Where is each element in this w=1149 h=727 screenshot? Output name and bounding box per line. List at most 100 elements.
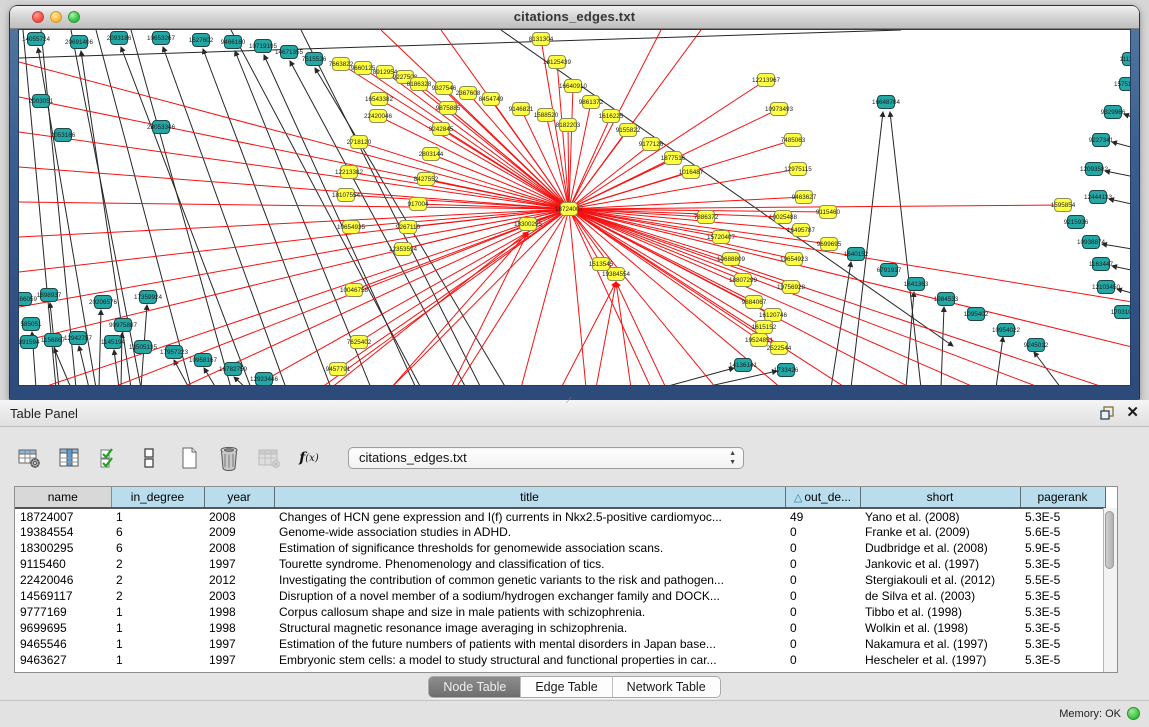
table-selector-value: citations_edges.txt [359,450,467,465]
table-row[interactable]: 969969511998Structural magnetic resonanc… [15,620,1105,636]
delete-column-icon[interactable] [216,445,242,471]
graph-node-label: 2803144 [419,151,444,158]
table-row[interactable]: 1830029562008Estimation of significance … [15,540,1105,556]
table-header-row[interactable]: namein_degreeyeartitle△out_de...shortpag… [15,487,1105,508]
table-row[interactable]: 1938455462009Genome-wide association stu… [15,524,1105,540]
cell-name: 18724007 [15,508,111,524]
graph-node[interactable]: 391594 [19,336,40,349]
graph-node-label: 1841363 [904,281,929,288]
graph-node-label: 9267110 [396,224,421,231]
graph-node[interactable]: 585051 [20,318,42,331]
scrollbar-thumb[interactable] [1105,511,1114,569]
graph-node-label: 12213967 [752,77,781,84]
graph-node-label: 1733426 [774,367,799,374]
cell-short: Jankovic et al. (1997) [860,556,1020,572]
column-header-name[interactable]: name [15,487,111,508]
tab-network-table[interactable]: Network Table [613,677,720,697]
create-column-icon[interactable] [176,445,202,471]
graph-node-label: 16543382 [365,96,394,103]
column-header-short[interactable]: short [860,487,1020,508]
graph-node-label: 10973493 [765,106,794,113]
column-header-year[interactable]: year [204,487,274,508]
tab-node-table[interactable]: Node Table [429,677,521,697]
graph-node-label: 17957223 [160,349,189,356]
graph-node-label: 10954022 [992,327,1021,334]
graph-node-label: 1877516 [661,155,686,162]
table-row[interactable]: 911546021997Tourette syndrome. Phenomeno… [15,556,1105,572]
cell-pagerank: 5.6E-5 [1020,524,1105,540]
cell-short: Stergiakouli et al. (2012) [860,572,1020,588]
table-row[interactable]: 977716911998Corpus callosum shape and si… [15,604,1105,620]
cell-in_degree: 1 [111,604,204,620]
cell-pagerank: 5.3E-5 [1020,508,1105,524]
cell-name: 9465546 [15,636,111,652]
graph-node-label: 14671355 [275,49,304,56]
graph-node-label: 12093582 [1080,166,1109,173]
graph-node-label: 1703104 [1111,309,1130,316]
network-view-window[interactable]: citations_edges.txt 14055724206914062093… [10,6,1139,400]
memory-status-icon[interactable] [1127,707,1140,720]
graph-node-label: 1513545 [589,261,614,268]
graph-node-label: 9466160 [221,39,246,46]
cell-name: 9777169 [15,604,111,620]
graph-node-label: 14136141 [729,362,758,369]
row-select-icon[interactable] [96,445,122,471]
show-columns-icon[interactable] [56,445,82,471]
memory-status-label: Memory: OK [1059,708,1121,720]
graph-node-label: 8454749 [479,96,504,103]
table-row[interactable]: 946554611997Estimation of the future num… [15,636,1105,652]
network-window-titlebar[interactable]: citations_edges.txt [10,6,1139,29]
node-table[interactable]: namein_degreeyeartitle△out_de...shortpag… [14,486,1118,673]
close-icon[interactable]: ✕ [1126,403,1139,421]
graph-node-label: 1111987 [1119,56,1130,63]
table-panel: Table Panel ⟋ ✕ [0,400,1149,727]
graph-node-label: 20691406 [65,39,94,46]
graph-node-label: 18107554 [332,192,361,199]
table-mode-icon[interactable] [16,445,42,471]
graph-node-label: 12975115 [784,166,812,173]
panel-resize-grip[interactable]: ⟋ [566,397,578,404]
column-header-out_de[interactable]: △out_de... [785,487,860,508]
graph-node[interactable]: 917004 [407,198,429,211]
cell-pagerank: 5.3E-5 [1020,620,1105,636]
table-row[interactable]: 1872400712008Changes of HCN gene express… [15,508,1105,524]
graph-node-label: 2367608 [456,90,481,97]
function-builder-icon[interactable]: f(x) [296,445,322,471]
graph-node-label: 8427552 [414,176,439,183]
cell-view-icon[interactable] [136,445,162,471]
table-row[interactable]: 1456911722003Disruption of a novel membe… [15,588,1105,604]
column-header-pagerank[interactable]: pagerank [1020,487,1105,508]
table-panel-header[interactable]: Table Panel ⟋ ✕ [0,400,1149,427]
table-row[interactable]: 2242004622012Investigating the contribut… [15,572,1105,588]
window-title: citations_edges.txt [10,9,1139,24]
cell-out_de: 0 [785,636,860,652]
graph-node-label: 8131304 [529,36,554,43]
graph-node-label: 9329966 [1101,109,1126,116]
column-header-in_degree[interactable]: in_degree [111,487,204,508]
cell-in_degree: 2 [111,588,204,604]
table-row[interactable]: 946362711997Embryonic stem cells: a mode… [15,652,1105,668]
cell-title: Structural magnetic resonance image aver… [274,620,785,636]
graph-node-label: 2053166 [51,132,76,139]
cell-in_degree: 1 [111,508,204,524]
graph-node-label: 19756928 [777,284,806,291]
graph-node-label: 585051 [20,321,42,328]
cell-pagerank: 5.5E-5 [1020,572,1105,588]
network-canvas[interactable]: 1405572420691406209318610653267152760294… [19,30,1130,386]
tab-edge-table[interactable]: Edge Table [521,677,612,697]
graph-node-label: 9875885 [436,105,461,112]
cell-name: 9115460 [15,556,111,572]
float-window-icon[interactable] [1099,405,1115,421]
cell-name: 14569117 [15,588,111,604]
table-selector[interactable]: citations_edges.txt ▲▼ [348,447,744,469]
cell-out_de: 0 [785,620,860,636]
graph-node-label: 12444133 [1084,194,1113,201]
graph-node-label: 15720407 [707,234,736,241]
graph-node-label: 12923446 [250,376,279,383]
graph-node-label: 917004 [407,201,429,208]
column-header-title[interactable]: title [274,487,785,508]
vertical-scrollbar[interactable] [1103,508,1117,672]
cell-year: 2012 [204,572,274,588]
cell-name: 22420046 [15,572,111,588]
graph-node-label: 16648784 [872,99,901,106]
